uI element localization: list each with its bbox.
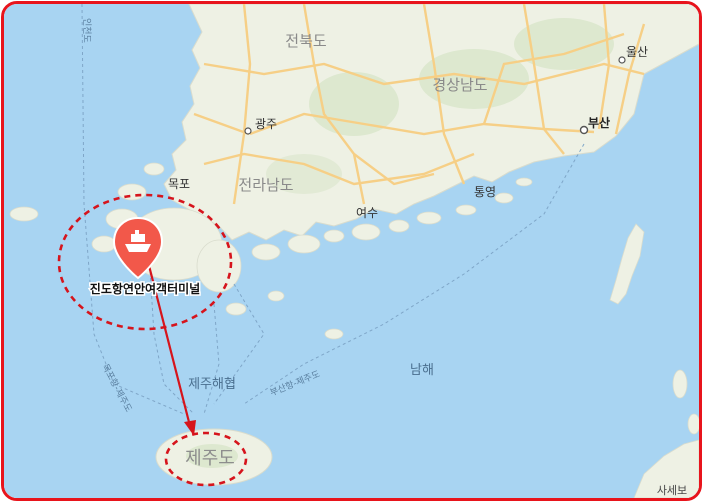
label-left-route-a: 인천도	[81, 18, 92, 43]
label-jeju-strait: 제주해협	[188, 377, 236, 392]
hill-shade	[514, 18, 614, 70]
label-ulsan: 울산	[626, 45, 648, 59]
label-jeju: 제주도	[185, 448, 235, 469]
label-jeonbuk: 전북도	[285, 32, 327, 50]
label-corner: 사세보	[657, 484, 687, 497]
label-yeosu: 여수	[356, 206, 378, 220]
city-dot	[618, 56, 626, 64]
map-frame: 전북도 경상남도 전라남도 광주 목포 여수 통영 부산 울산 남해 제주해협 …	[1, 1, 702, 501]
label-gyeongnam: 경상남도	[432, 76, 487, 94]
city-dot	[579, 125, 589, 135]
label-mokpo: 목포	[168, 177, 190, 191]
label-jeonnam: 전라남도	[238, 176, 293, 194]
label-south-sea: 남해	[410, 363, 434, 378]
japan-island	[687, 413, 699, 435]
label-terminal: 진도항연안여객터미널	[90, 281, 200, 296]
label-busan: 부산	[588, 115, 610, 130]
label-gwangju: 광주	[255, 117, 277, 131]
japan-island	[672, 369, 688, 399]
city-dot	[244, 127, 252, 135]
map-canvas[interactable]: 전북도 경상남도 전라남도 광주 목포 여수 통영 부산 울산 남해 제주해협 …	[4, 4, 699, 498]
label-tongyeong: 통영	[474, 185, 496, 199]
